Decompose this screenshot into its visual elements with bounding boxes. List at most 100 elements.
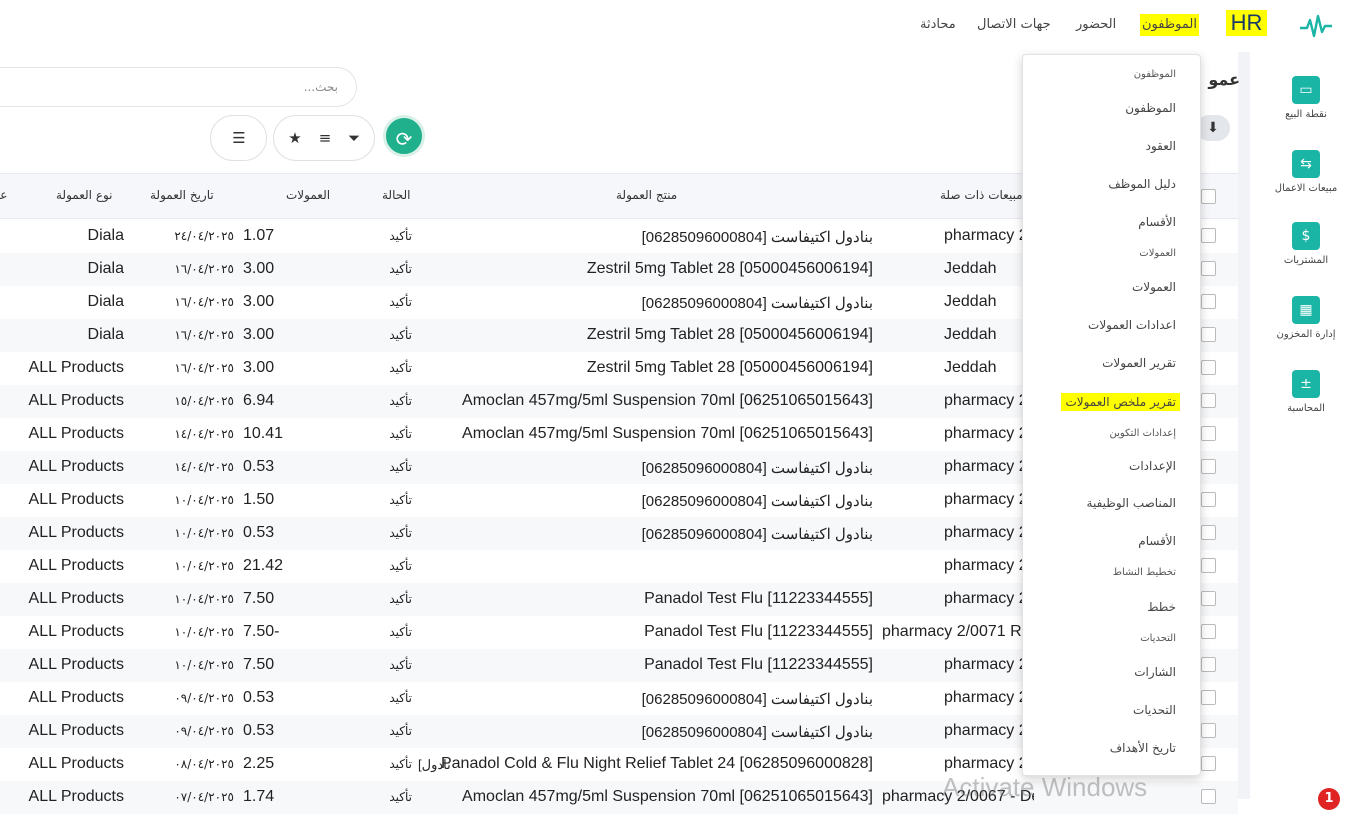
row-checkbox[interactable] [1201,459,1216,474]
cell-related-sale: pharmacy 2 [944,689,1028,706]
cell-related-sale: pharmacy 2 [944,656,1028,673]
menu-item[interactable]: العمولات [1132,280,1176,294]
cell-status: تأكيد [389,229,412,243]
sales-icon: ⇆ [1292,150,1320,178]
menu-item[interactable]: الإعدادات [1129,459,1176,473]
app-point-of-sale[interactable]: ▭ نقطة البيع [1256,76,1356,120]
row-checkbox[interactable] [1201,756,1216,771]
row-checkbox[interactable] [1201,426,1216,441]
row-checkbox[interactable] [1201,228,1216,243]
column-header-commissions[interactable]: العمولات [286,188,330,202]
cell-amount: 0.53 [243,722,275,739]
menu-item-commission-summary-report[interactable]: تقرير ملخص العمولات [1061,393,1180,411]
menu-item[interactable]: دليل الموظف [1108,177,1176,191]
column-header-more[interactable]: عد [0,188,7,202]
row-checkbox[interactable] [1201,690,1216,705]
column-header-product[interactable]: منتج العمولة [616,188,677,202]
app-business-sales[interactable]: ⇆ مبيعات الاعمال [1256,150,1356,194]
row-checkbox[interactable] [1201,558,1216,573]
row-checkbox[interactable] [1201,294,1216,309]
cell-related-sale: pharmacy 2 [944,524,1028,541]
download-button[interactable]: ⬇ [1196,115,1230,141]
column-header-related-sale[interactable]: مبيعات ذات صلة [940,188,1023,202]
column-header-date[interactable]: تاريخ العمولة [150,188,214,202]
cell-product: [06285096000804] بنادول اكتيفاست [641,691,873,708]
logo-icon[interactable] [1298,10,1334,42]
row-checkbox[interactable] [1201,360,1216,375]
app-accounting[interactable]: ± المحاسبة [1256,370,1356,414]
search-input[interactable]: بحث... [0,67,357,107]
view-switcher[interactable]: ☰ [210,115,267,161]
cell-date: ١٦/٠٤/٢٠٢٥ [174,361,234,375]
cell-status: تأكيد [389,361,412,375]
column-header-type[interactable]: نوع العمولة [56,188,113,202]
menu-item[interactable]: التحديات [1133,703,1176,717]
menu-item[interactable]: خطط [1147,600,1176,614]
cell-amount: 0.53 [243,458,275,475]
cell-date: ١٦/٠٤/٢٠٢٥ [174,262,234,276]
view-options-icon[interactable]: ☰ [227,126,251,150]
cell-type: ALL Products [28,524,124,541]
app-inventory[interactable]: ▦ إدارة المخزون [1256,296,1356,340]
row-checkbox[interactable] [1201,789,1216,804]
cell-related-sale: pharmacy 2/0071 RE [882,623,1033,640]
notification-badge[interactable]: 1 [1318,788,1340,810]
cell-amount: 3.00 [243,326,275,343]
menu-item[interactable]: تقرير العمولات [1102,356,1176,370]
cell-related-sale: pharmacy 2 [944,425,1028,442]
menu-item[interactable]: الأقسام [1138,215,1176,229]
row-checkbox[interactable] [1201,723,1216,738]
cell-type: ALL Products [28,425,124,442]
menu-section-header: إعدادات التكوين [1109,428,1176,439]
menu-item[interactable]: الشارات [1134,665,1176,679]
cell-date: ١٠/٠٤/٢٠٢٥ [174,559,234,573]
group-by-icon[interactable]: ≡ [313,126,337,150]
row-checkbox[interactable] [1201,624,1216,639]
refresh-button[interactable]: ⟳ [383,115,425,157]
menu-item[interactable]: العقود [1146,139,1176,153]
row-checkbox[interactable] [1201,591,1216,606]
cell-type: ALL Products [28,359,124,376]
nav-attendance[interactable]: الحضور [1076,14,1116,36]
cell-product: Amoclan 457mg/5ml Suspension 70ml [06251… [462,788,873,805]
cell-date: ١٠/٠٤/٢٠٢٥ [174,592,234,606]
row-checkbox[interactable] [1201,393,1216,408]
cell-related-sale: Jeddah [944,326,997,343]
refresh-icon: ⟳ [395,127,413,151]
column-header-status[interactable]: الحالة [382,188,410,202]
row-checkbox[interactable] [1201,525,1216,540]
cell-type: ALL Products [28,491,124,508]
cell-amount: 3.00 [243,293,275,310]
cell-date: ١٦/٠٤/٢٠٢٥ [174,328,234,342]
cell-amount: 3.00 [243,359,275,376]
menu-item[interactable]: الأقسام [1138,534,1176,548]
row-checkbox[interactable] [1201,492,1216,507]
filter-icon[interactable]: ⏷ [342,126,366,150]
menu-item[interactable]: تاريخ الأهداف [1110,741,1176,755]
cell-type: Diala [87,293,124,310]
cell-product: Amoclan 457mg/5ml Suspension 70ml [06251… [462,392,873,409]
nav-employees[interactable]: الموظفون [1140,14,1199,36]
cell-product: Zestril 5mg Tablet 28 [05000456006194] [586,260,873,277]
cell-related-sale: pharmacy 2 [944,458,1028,475]
cell-date: ٠٨/٠٤/٢٠٢٥ [174,757,234,771]
favorites-icon[interactable]: ★ [283,126,307,150]
row-checkbox[interactable] [1201,657,1216,672]
row-checkbox[interactable] [1201,261,1216,276]
cell-date: ١٤/٠٤/٢٠٢٥ [174,427,234,441]
row-checkbox[interactable] [1201,327,1216,342]
cell-type: ALL Products [28,557,124,574]
app-title[interactable]: HR [1226,10,1267,36]
cell-status: تأكيد [389,757,412,771]
nav-chat[interactable]: محادثة [920,14,956,36]
cell-type: ALL Products [28,788,124,805]
top-navbar: HR الموظفون الحضور جهات الاتصال محادثة [0,0,1364,52]
select-all-checkbox[interactable] [1201,189,1216,204]
menu-section-header: الموظفون [1133,69,1176,80]
app-purchases[interactable]: $ المشتريات [1256,222,1356,266]
menu-item[interactable]: المناصب الوظيفية [1087,496,1176,510]
nav-contacts[interactable]: جهات الاتصال [977,14,1051,36]
cell-status: تأكيد [389,526,412,540]
menu-item[interactable]: اعدادات العمولات [1088,318,1176,332]
menu-item[interactable]: الموظفون [1125,101,1176,115]
